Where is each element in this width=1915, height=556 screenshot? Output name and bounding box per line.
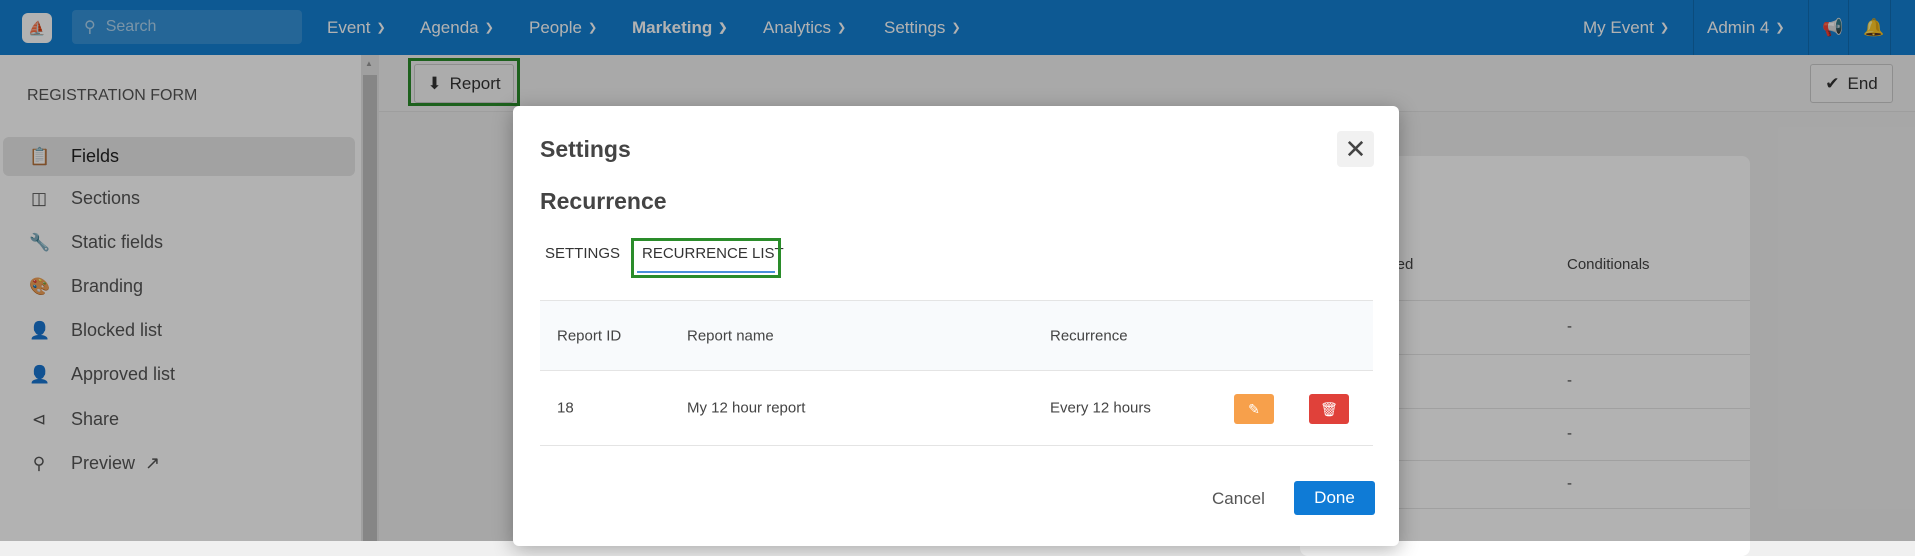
report-recurrence: Every 12 hours (1050, 399, 1151, 417)
cancel-button[interactable]: Cancel (1212, 489, 1265, 509)
highlight-box (631, 238, 781, 278)
table-header: Report ID Report name Recurrence (540, 300, 1373, 371)
column-header: Recurrence (1050, 327, 1128, 344)
report-name: My 12 hour report (687, 399, 806, 417)
trash-icon: 🗑 (1320, 400, 1338, 417)
column-header: Report name (687, 327, 774, 344)
modal-subtitle: Recurrence (540, 188, 667, 214)
pencil-icon: ✎ (1248, 400, 1260, 417)
table-row: 18 My 12 hour report Every 12 hours ✎ 🗑 (540, 371, 1373, 446)
tab-settings[interactable]: SETTINGS (545, 245, 620, 262)
edit-button[interactable]: ✎ (1234, 394, 1274, 424)
done-button[interactable]: Done (1294, 481, 1375, 515)
close-button[interactable]: ✕ (1337, 131, 1374, 167)
close-icon: ✕ (1344, 133, 1367, 164)
column-header: Report ID (557, 327, 622, 344)
report-id: 18 (557, 399, 574, 417)
modal-title: Settings (540, 136, 631, 162)
settings-modal: Settings ✕ Recurrence SETTINGS RECURRENC… (513, 106, 1399, 546)
delete-button[interactable]: 🗑 (1309, 394, 1349, 424)
